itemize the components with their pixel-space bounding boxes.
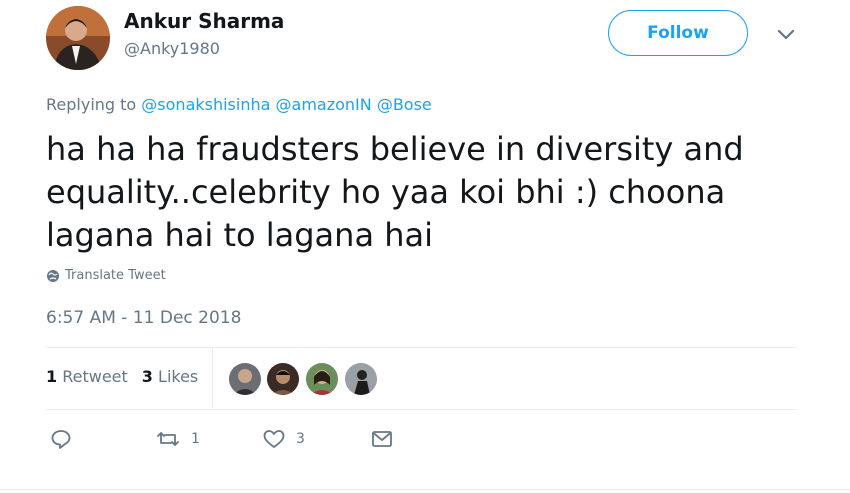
divider xyxy=(46,347,796,348)
direct-message-action[interactable] xyxy=(370,428,394,450)
liker-avatar[interactable] xyxy=(266,362,300,396)
replying-prefix: Replying to xyxy=(46,95,137,114)
translate-label[interactable]: Translate Tweet xyxy=(65,268,166,283)
divider xyxy=(0,489,850,490)
mention-link[interactable]: @amazonIN xyxy=(276,95,372,114)
author-handle[interactable]: @Anky1980 xyxy=(124,39,220,58)
mention-link[interactable]: @Bose xyxy=(377,95,432,114)
replying-to: Replying to @sonakshisinha @amazonIN @Bo… xyxy=(46,95,432,114)
follow-button[interactable]: Follow xyxy=(608,10,748,56)
translate-tweet-link[interactable]: Translate Tweet xyxy=(46,268,166,283)
chevron-down-icon[interactable] xyxy=(776,27,796,43)
engagement-stats: 1 Retweet 3 Likes xyxy=(46,367,198,386)
likes-count: 3 xyxy=(141,367,153,386)
retweets-label: Retweet xyxy=(62,367,128,386)
author-name[interactable]: Ankur Sharma xyxy=(124,9,284,33)
liker-avatar[interactable] xyxy=(305,362,339,396)
heart-icon xyxy=(263,430,285,448)
author-avatar[interactable] xyxy=(46,6,110,70)
retweets-stat[interactable]: 1 Retweet xyxy=(46,367,128,386)
likes-label: Likes xyxy=(158,367,199,386)
envelope-icon xyxy=(372,431,392,447)
retweet-count: 1 xyxy=(191,431,200,447)
tweet-timestamp[interactable]: 6:57 AM - 11 Dec 2018 xyxy=(46,308,241,328)
tweet-text: ha ha ha fraudsters believe in diversity… xyxy=(46,130,744,254)
globe-icon xyxy=(47,269,59,282)
retweets-count: 1 xyxy=(46,367,58,386)
mention-link[interactable]: @sonakshisinha xyxy=(141,95,270,114)
stats-separator xyxy=(212,348,213,408)
reply-action[interactable] xyxy=(50,428,72,450)
divider xyxy=(46,409,796,410)
tweet-card: Ankur Sharma @Anky1980 Follow Replying t… xyxy=(0,0,850,493)
like-action[interactable]: 3 xyxy=(262,428,305,450)
likes-stat[interactable]: 3 Likes xyxy=(142,367,198,386)
liker-avatar[interactable] xyxy=(344,362,378,396)
retweet-icon xyxy=(157,432,179,446)
reply-icon xyxy=(51,430,71,449)
retweet-action[interactable]: 1 xyxy=(155,428,200,450)
like-count: 3 xyxy=(296,431,305,447)
liker-avatar[interactable] xyxy=(228,362,262,396)
